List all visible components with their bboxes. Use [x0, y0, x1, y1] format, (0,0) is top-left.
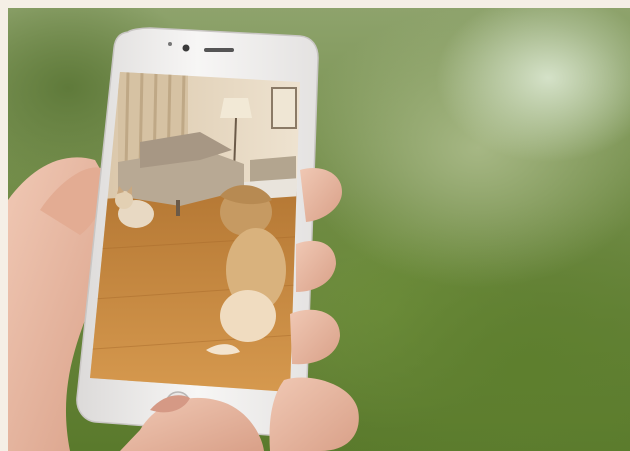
- image-frame: [0, 0, 630, 451]
- photo-scene: [8, 27, 359, 451]
- wall-picture: [271, 87, 297, 129]
- phone-camera-icon: [182, 44, 190, 52]
- phone-speaker-icon: [204, 48, 234, 52]
